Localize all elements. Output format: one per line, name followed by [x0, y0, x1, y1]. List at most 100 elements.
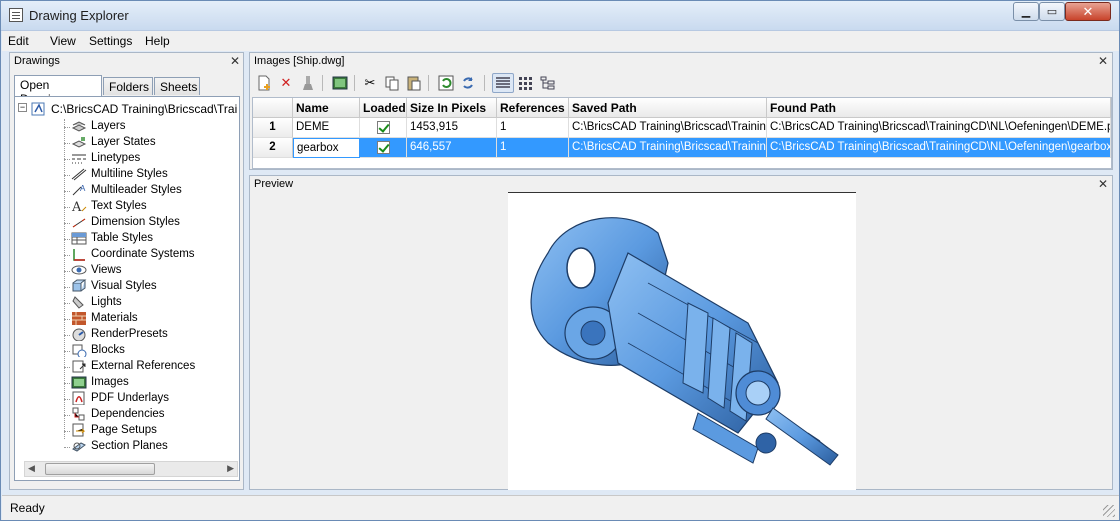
tree-item-multiline-styles[interactable]: Multiline Styles: [71, 167, 168, 183]
cut-button[interactable]: ✂: [360, 73, 380, 93]
details-view-button[interactable]: [492, 73, 514, 93]
drawings-panel-close-icon[interactable]: ✕: [230, 54, 240, 68]
tree-item-linetypes[interactable]: Linetypes: [71, 151, 140, 167]
views-icon: [71, 263, 87, 277]
new-image-button[interactable]: [254, 73, 274, 93]
row-number-header[interactable]: [253, 98, 293, 118]
tree-item-text-styles[interactable]: A Text Styles: [71, 199, 147, 215]
delete-icon: ✕: [280, 75, 292, 90]
refresh-button[interactable]: [458, 73, 478, 93]
size-column-header[interactable]: Size In Pixels: [407, 98, 497, 118]
tree-item-multileader-styles[interactable]: A Multileader Styles: [71, 183, 182, 199]
close-button[interactable]: ✕: [1065, 2, 1111, 21]
tree-item-table-styles[interactable]: Table Styles: [71, 231, 153, 247]
section-planes-icon: [71, 439, 87, 453]
lights-icon: [71, 295, 87, 309]
tree-item-label: Coordinate Systems: [91, 248, 195, 260]
purge-button[interactable]: [298, 73, 318, 93]
delete-button[interactable]: ✕: [276, 73, 296, 93]
tree-item-label: Visual Styles: [91, 280, 157, 292]
collapse-icon[interactable]: −: [18, 103, 27, 112]
tab-sheets[interactable]: Sheets: [154, 77, 200, 95]
references-column-header[interactable]: References: [497, 98, 569, 118]
paste-button[interactable]: [404, 73, 424, 93]
toolbar-separator: [484, 75, 485, 91]
toolbar-separator: [428, 75, 429, 91]
images-panel-close-icon[interactable]: ✕: [1098, 54, 1108, 68]
tree-item-views[interactable]: Views: [71, 263, 121, 279]
app-icon: [9, 8, 23, 22]
cell-found: C:\BricsCAD Training\Bricscad\TrainingCD…: [767, 138, 1111, 158]
tree-item-pdf-underlays[interactable]: PDF Underlays: [71, 391, 169, 407]
found-path-column-header[interactable]: Found Path: [767, 98, 1111, 118]
menu-edit[interactable]: Edit: [8, 34, 29, 48]
reload-button[interactable]: [436, 73, 456, 93]
loaded-checkbox-cell[interactable]: [360, 138, 407, 158]
menu-view[interactable]: View: [50, 34, 76, 48]
cell-saved: C:\BricsCAD Training\Bricscad\TrainingCD: [569, 118, 767, 138]
tree-item-lights[interactable]: Lights: [71, 295, 122, 311]
loaded-checkbox[interactable]: [377, 141, 390, 154]
tree-item-visual-styles[interactable]: Visual Styles: [71, 279, 157, 295]
loaded-column-header[interactable]: Loaded: [360, 98, 407, 118]
svg-text:A: A: [80, 184, 86, 193]
minimize-button[interactable]: ▁: [1013, 2, 1039, 21]
tree-connector-line: [64, 239, 70, 240]
icons-view-button[interactable]: [516, 73, 536, 93]
tree-item-page-setups[interactable]: Page Setups: [71, 423, 157, 439]
preview-panel: Preview ✕: [249, 175, 1113, 490]
table-row[interactable]: 2 gearbox 646,557 1 C:\BricsCAD Training\Bri…: [253, 138, 1111, 158]
layer-states-icon: [71, 135, 87, 149]
tree-connector-line: [64, 223, 70, 224]
tree-item-renderpresets[interactable]: RenderPresets: [71, 327, 168, 343]
preview-panel-close-icon[interactable]: ✕: [1098, 177, 1108, 191]
tree-root-drawing[interactable]: C:\BricsCAD Training\Bricscad\Trai: [31, 101, 237, 117]
attach-image-button[interactable]: [330, 73, 350, 93]
loaded-checkbox[interactable]: [377, 121, 390, 134]
tree-item-label: Blocks: [91, 344, 125, 356]
tree-item-blocks[interactable]: Blocks: [71, 343, 125, 359]
tree-item-dependencies[interactable]: Dependencies: [71, 407, 165, 423]
title-bar[interactable]: Drawing Explorer ▁ ▭ ✕: [1, 1, 1119, 31]
tree-item-label: Dimension Styles: [91, 216, 180, 228]
tree-item-images[interactable]: Images: [71, 375, 129, 391]
text-styles-icon: A: [71, 199, 87, 215]
drawing-tree[interactable]: − C:\BricsCAD Training\Bricscad\Trai Lay…: [14, 96, 240, 481]
copy-button[interactable]: [382, 73, 402, 93]
tree-view-button[interactable]: [538, 73, 558, 93]
scroll-left-icon[interactable]: ◀: [28, 463, 35, 474]
tree-item-materials[interactable]: Materials: [71, 311, 138, 327]
coordinate-systems-icon: [71, 247, 87, 261]
scroll-thumb[interactable]: [45, 463, 155, 475]
tree-item-dimension-styles[interactable]: Dimension Styles: [71, 215, 180, 231]
cell-name: DEME: [293, 118, 360, 138]
tree-connector-line: [64, 143, 70, 144]
preview-panel-title: Preview: [250, 176, 1112, 193]
images-panel-title: Images [Ship.dwg]: [250, 53, 1112, 70]
tree-item-layer-states[interactable]: Layer States: [71, 135, 156, 151]
loaded-checkbox-cell[interactable]: [360, 118, 407, 138]
tree-item-label: Materials: [91, 312, 138, 324]
tree-item-external-references[interactable]: External References: [71, 359, 195, 375]
tree-item-section-planes[interactable]: Section Planes: [71, 439, 168, 455]
menu-settings[interactable]: Settings: [89, 34, 132, 48]
drawings-panel-title: Drawings: [10, 53, 243, 70]
tree-horizontal-scrollbar[interactable]: ◀ ▶: [24, 461, 238, 477]
gearbox-render-image: [530, 217, 839, 466]
table-styles-icon: [71, 231, 87, 245]
drawing-file-icon: [31, 102, 47, 116]
table-row[interactable]: 1 DEME 1453,915 1 C:\BricsCAD Training\Brics…: [253, 118, 1111, 138]
tree-item-coordinate-systems[interactable]: Coordinate Systems: [71, 247, 195, 263]
scroll-right-icon[interactable]: ▶: [227, 463, 234, 474]
images-table[interactable]: Name Loaded Size In Pixels References Saved …: [252, 97, 1112, 169]
menu-help[interactable]: Help: [145, 34, 170, 48]
name-column-header[interactable]: Name: [293, 98, 360, 118]
tab-folders[interactable]: Folders: [103, 77, 153, 95]
saved-path-column-header[interactable]: Saved Path: [569, 98, 767, 118]
cell-refs: 1: [497, 118, 569, 138]
tree-connector-line: [64, 319, 70, 320]
maximize-button[interactable]: ▭: [1039, 2, 1065, 21]
tree-item-layers[interactable]: Layers: [71, 119, 126, 135]
tab-open-drawings[interactable]: Open Drawings: [14, 75, 102, 106]
resize-grip-icon[interactable]: [1103, 505, 1115, 517]
